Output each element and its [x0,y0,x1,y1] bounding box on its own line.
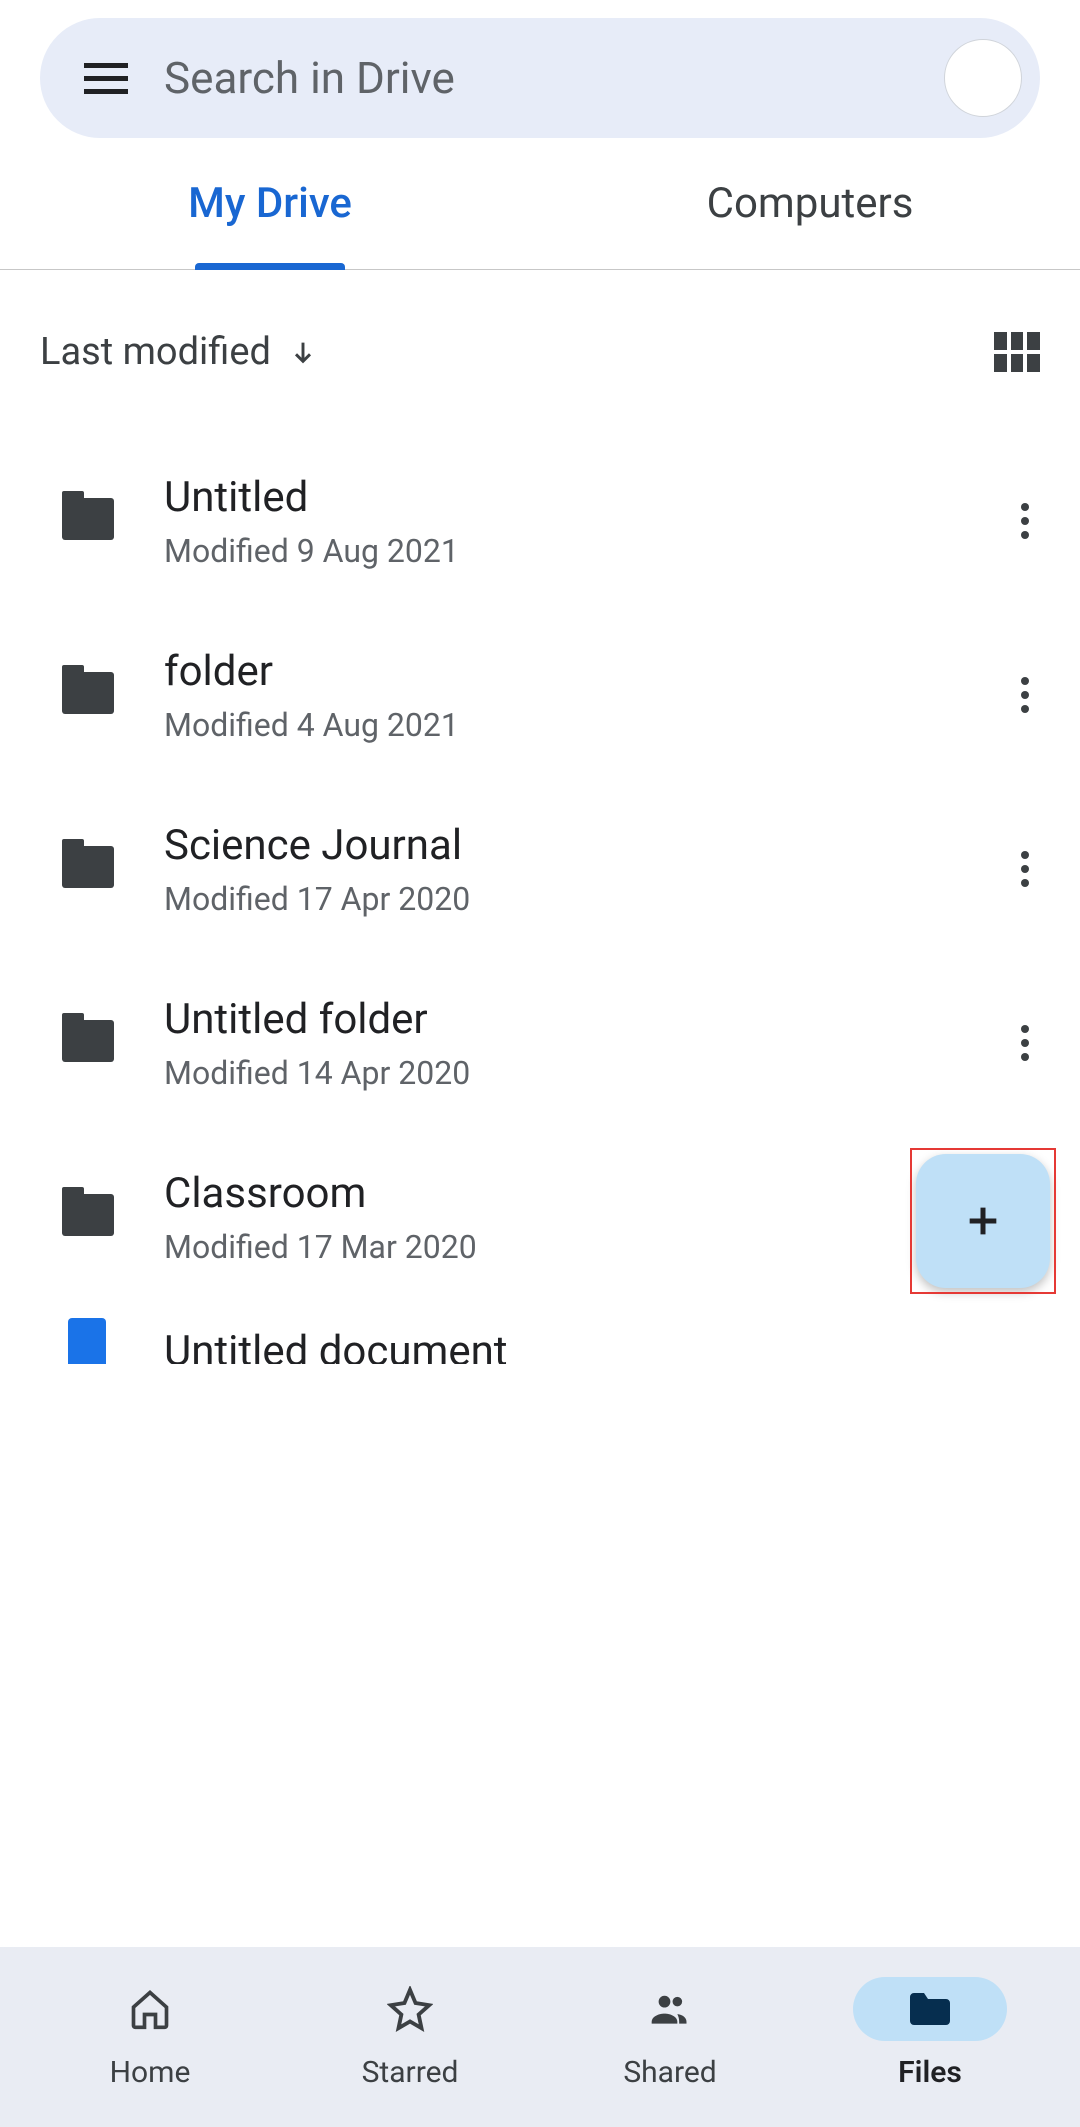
file-item-untitled-document[interactable]: Untitled document [0,1304,1080,1364]
search-bar-container: Search in Drive [0,0,1080,138]
file-name: Classroom [164,1169,1040,1218]
nav-label: Starred [362,2055,459,2090]
sort-label: Last modified [40,330,271,374]
tab-label: My Drive [188,179,352,228]
folder-icon [906,1985,954,2033]
nav-shared[interactable]: Shared [540,1977,800,2090]
nav-label: Shared [623,2055,716,2090]
folder-icon [62,672,114,718]
more-options-icon[interactable] [1010,851,1040,887]
grid-view-toggle-icon[interactable] [994,332,1040,372]
file-name: folder [164,647,1010,696]
more-options-icon[interactable] [1010,1025,1040,1061]
file-item-untitled-folder[interactable]: Untitled folder Modified 14 Apr 2020 [0,956,1080,1130]
file-modified: Modified 4 Aug 2021 [164,706,1010,744]
tab-my-drive[interactable]: My Drive [0,138,540,269]
file-modified: Modified 17 Mar 2020 [164,1228,1040,1266]
tab-computers[interactable]: Computers [540,138,1080,269]
tab-label: Computers [707,179,914,228]
arrow-down-icon [289,336,317,368]
search-placeholder: Search in Drive [164,52,944,104]
file-modified: Modified 14 Apr 2020 [164,1054,1010,1092]
file-item-folder[interactable]: folder Modified 4 Aug 2021 [0,608,1080,782]
star-icon [386,1985,434,2033]
doc-icon [62,1318,114,1364]
folder-icon [62,846,114,892]
search-bar[interactable]: Search in Drive [40,18,1040,138]
home-icon [126,1985,174,2033]
file-name: Untitled folder [164,995,1010,1044]
more-options-icon[interactable] [1010,503,1040,539]
drive-app-screen: Search in Drive My Drive Computers Last … [0,0,1080,2127]
file-item-science-journal[interactable]: Science Journal Modified 17 Apr 2020 [0,782,1080,956]
file-modified: Modified 9 Aug 2021 [164,532,1010,570]
plus-icon [963,1201,1003,1241]
file-name: Science Journal [164,821,1010,870]
drive-tabs: My Drive Computers [0,138,1080,270]
people-icon [646,1985,694,2033]
nav-files[interactable]: Files [800,1977,1060,2090]
nav-starred[interactable]: Starred [280,1977,540,2090]
nav-home[interactable]: Home [20,1977,280,2090]
hamburger-menu-icon[interactable] [84,56,128,100]
nav-label: Home [110,2055,191,2090]
account-avatar[interactable] [944,39,1022,117]
folder-icon [62,1194,114,1240]
folder-icon [62,1020,114,1066]
sort-row: Last modified [0,270,1080,434]
add-new-fab[interactable] [916,1154,1050,1288]
file-modified: Modified 17 Apr 2020 [164,880,1010,918]
bottom-navigation: Home Starred [0,1947,1080,2127]
file-name: Untitled document [164,1327,1040,1364]
file-name: Untitled [164,473,1010,522]
sort-button[interactable]: Last modified [40,330,317,374]
folder-icon [62,498,114,544]
file-item-untitled[interactable]: Untitled Modified 9 Aug 2021 [0,434,1080,608]
more-options-icon[interactable] [1010,677,1040,713]
nav-label: Files [898,2055,962,2090]
